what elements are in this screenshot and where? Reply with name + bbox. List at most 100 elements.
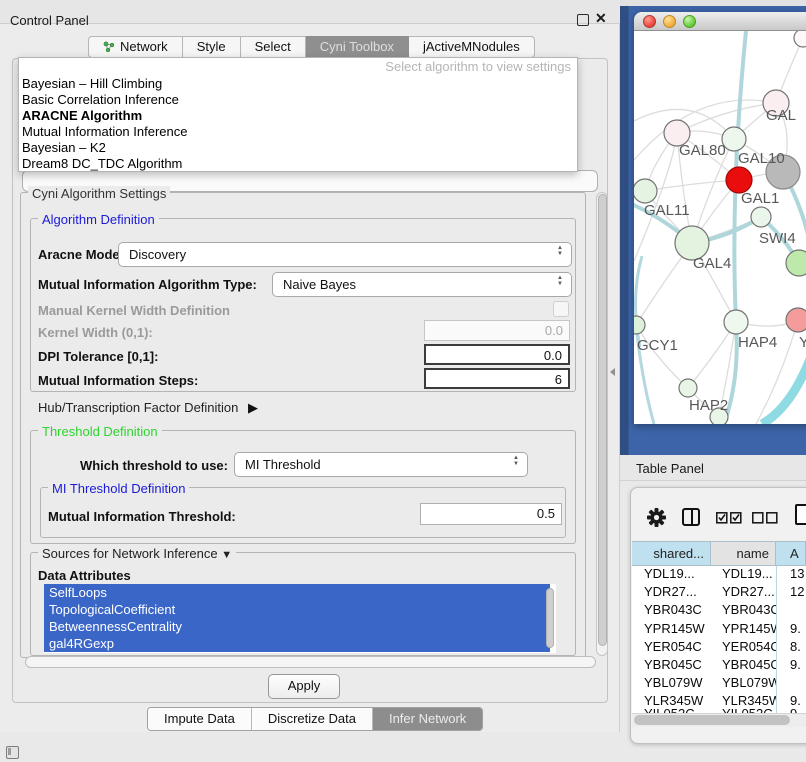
apply-button[interactable]: Apply (268, 674, 340, 699)
aracne-mode-label: Aracne Mode: (38, 247, 124, 262)
column-header-name[interactable]: name (711, 541, 776, 566)
cell: 8. (776, 639, 806, 657)
cell: 9. (776, 657, 806, 675)
dropdown-placeholder: Select algorithm to view settings (19, 58, 577, 76)
node-pink-right[interactable] (786, 308, 806, 332)
cell: YBR043C (632, 602, 711, 620)
close-icon[interactable]: ✕ (595, 10, 607, 27)
cell: YBR045C (711, 657, 776, 675)
stepper-icon: ▲▼ (557, 245, 563, 257)
dropdown-item[interactable]: Basic Correlation Inference (19, 92, 577, 108)
table-row[interactable]: YBR045CYBR045C9. (632, 657, 806, 675)
float-window-icon[interactable] (577, 14, 589, 26)
node-gcy1[interactable] (634, 316, 645, 334)
tab-discretize-data[interactable]: Discretize Data (252, 708, 373, 730)
node-label: SWI4 (759, 230, 796, 247)
expand-right-icon: ▶ (248, 400, 258, 416)
mi-type-select[interactable]: Naive Bayes ▲▼ (272, 272, 572, 297)
table-row[interactable]: YPR145WYPR145W9. (632, 621, 806, 639)
dpi-tolerance-label: DPI Tolerance [0,1]: (38, 349, 158, 364)
dropdown-item[interactable]: Dream8 DC_TDC Algorithm (19, 156, 577, 172)
split-columns-icon[interactable] (682, 508, 700, 526)
table-hscroll-thumb[interactable] (634, 715, 790, 725)
algorithm-dropdown-popup: Select algorithm to view settings Bayesi… (18, 57, 578, 172)
tab-cyni-toolbox[interactable]: Cyni Toolbox (306, 36, 409, 58)
new-document-icon[interactable] (795, 504, 806, 525)
table-row[interactable]: YER054CYER054C8. (632, 639, 806, 657)
tab-impute-data[interactable]: Impute Data (148, 708, 252, 730)
table-row[interactable]: YDL19...YDL19...13 (632, 566, 806, 584)
tab-select[interactable]: Select (241, 36, 306, 58)
list-item[interactable]: gal4RGexp (44, 635, 550, 652)
dropdown-item[interactable]: Mutual Information Inference (19, 124, 577, 140)
window-zoom-traffic-icon[interactable] (683, 15, 696, 28)
dropdown-item[interactable]: Bayesian – K2 (19, 140, 577, 156)
node-swi4[interactable] (751, 207, 771, 227)
cell: YBR045C (632, 657, 711, 675)
threshold-definition-title: Threshold Definition (38, 424, 162, 439)
mi-threshold-field[interactable]: 0.5 (420, 503, 562, 525)
tab-network[interactable]: Network (88, 36, 183, 58)
tab-style-label: Style (197, 36, 226, 58)
table-row[interactable]: YBL079WYBL079W (632, 675, 806, 693)
mi-steps-field[interactable]: 6 (424, 368, 570, 389)
cell: YER054C (632, 639, 711, 657)
node-hap2[interactable] (679, 379, 697, 397)
node-label: GAL10 (738, 150, 785, 167)
control-panel-tabbar: Network Style Select Cyni Toolbox jActiv… (88, 36, 535, 58)
control-panel-title: Control Panel (10, 13, 89, 28)
panel-corner-icon[interactable] (6, 746, 19, 759)
dropdown-item-selected[interactable]: ARACNE Algorithm (19, 108, 577, 124)
network-canvas[interactable]: GAL GAL80 GAL10 GAL1 GAL11 SWI4 GAL4 GCY… (634, 31, 806, 424)
splitter-collapse-icon[interactable] (610, 368, 615, 376)
mi-threshold-label: Mutual Information Threshold: (48, 509, 236, 524)
gear-icon[interactable] (647, 508, 666, 527)
mi-threshold-group-title: MI Threshold Definition (48, 481, 189, 496)
tab-infer-network[interactable]: Infer Network (373, 708, 482, 730)
column-header-partial[interactable]: A (776, 541, 806, 566)
mi-type-label: Mutual Information Algorithm Type: (38, 277, 257, 292)
list-item[interactable]: TopologicalCoefficient (44, 601, 550, 618)
which-threshold-select[interactable]: MI Threshold ▲▼ (234, 452, 528, 477)
node-hap4[interactable] (724, 310, 748, 334)
tab-cyni-toolbox-label: Cyni Toolbox (320, 36, 394, 58)
aracne-mode-select[interactable]: Discovery ▲▼ (118, 242, 572, 267)
hub-definition-label: Hub/Transcription Factor Definition (38, 400, 238, 415)
tab-jactivemnodules[interactable]: jActiveMNodules (409, 36, 535, 58)
window-minimize-traffic-icon[interactable] (663, 15, 676, 28)
window-close-traffic-icon[interactable] (643, 15, 656, 28)
node-label: HAP2 (689, 397, 728, 414)
cell: YDL19... (711, 566, 776, 584)
node-green-right[interactable] (786, 250, 806, 276)
sources-title-label: Sources for Network Inference (42, 546, 218, 561)
list-scrollbar[interactable] (546, 588, 554, 648)
hub-definition-expander[interactable]: Hub/Transcription Factor Definition ▶ (38, 400, 258, 416)
tab-style[interactable]: Style (183, 36, 241, 58)
manual-kernel-checkbox[interactable] (553, 301, 569, 317)
cell (776, 602, 806, 620)
list-item[interactable]: SelfLoops (44, 584, 550, 601)
tab-jactivemnodules-label: jActiveMNodules (423, 36, 520, 58)
table-panel-title: Table Panel (636, 461, 704, 476)
table-row[interactable]: YDR27...YDR27...12 (632, 584, 806, 602)
select-all-checkboxes-icon[interactable] (716, 512, 742, 524)
control-panel-titlebar (0, 0, 620, 24)
list-item[interactable]: BetweennessCentrality (44, 618, 550, 635)
settings-vscroll-thumb[interactable] (598, 194, 607, 646)
column-header-shared[interactable]: shared... (632, 541, 711, 566)
deselect-all-checkboxes-icon[interactable] (752, 512, 778, 524)
network-window-titlebar[interactable] (634, 12, 806, 31)
node-partial-topright[interactable] (794, 31, 806, 47)
dropdown-item[interactable]: Bayesian – Hill Climbing (19, 76, 577, 92)
sources-group-title[interactable]: Sources for Network Inference ▼ (38, 546, 236, 561)
kernel-width-field[interactable]: 0.0 (424, 320, 570, 341)
node-label: GCY1 (637, 337, 678, 354)
settings-hscroll[interactable] (25, 656, 596, 668)
data-attributes-list[interactable]: SelfLoops TopologicalCoefficient Between… (44, 584, 556, 653)
cell: YPR145W (632, 621, 711, 639)
cell: 13 (776, 566, 806, 584)
dpi-tolerance-field[interactable]: 0.0 (424, 344, 570, 365)
cell: YDR27... (632, 584, 711, 602)
table-row[interactable]: YBR043CYBR043C (632, 602, 806, 620)
node-gal11[interactable] (634, 179, 657, 203)
